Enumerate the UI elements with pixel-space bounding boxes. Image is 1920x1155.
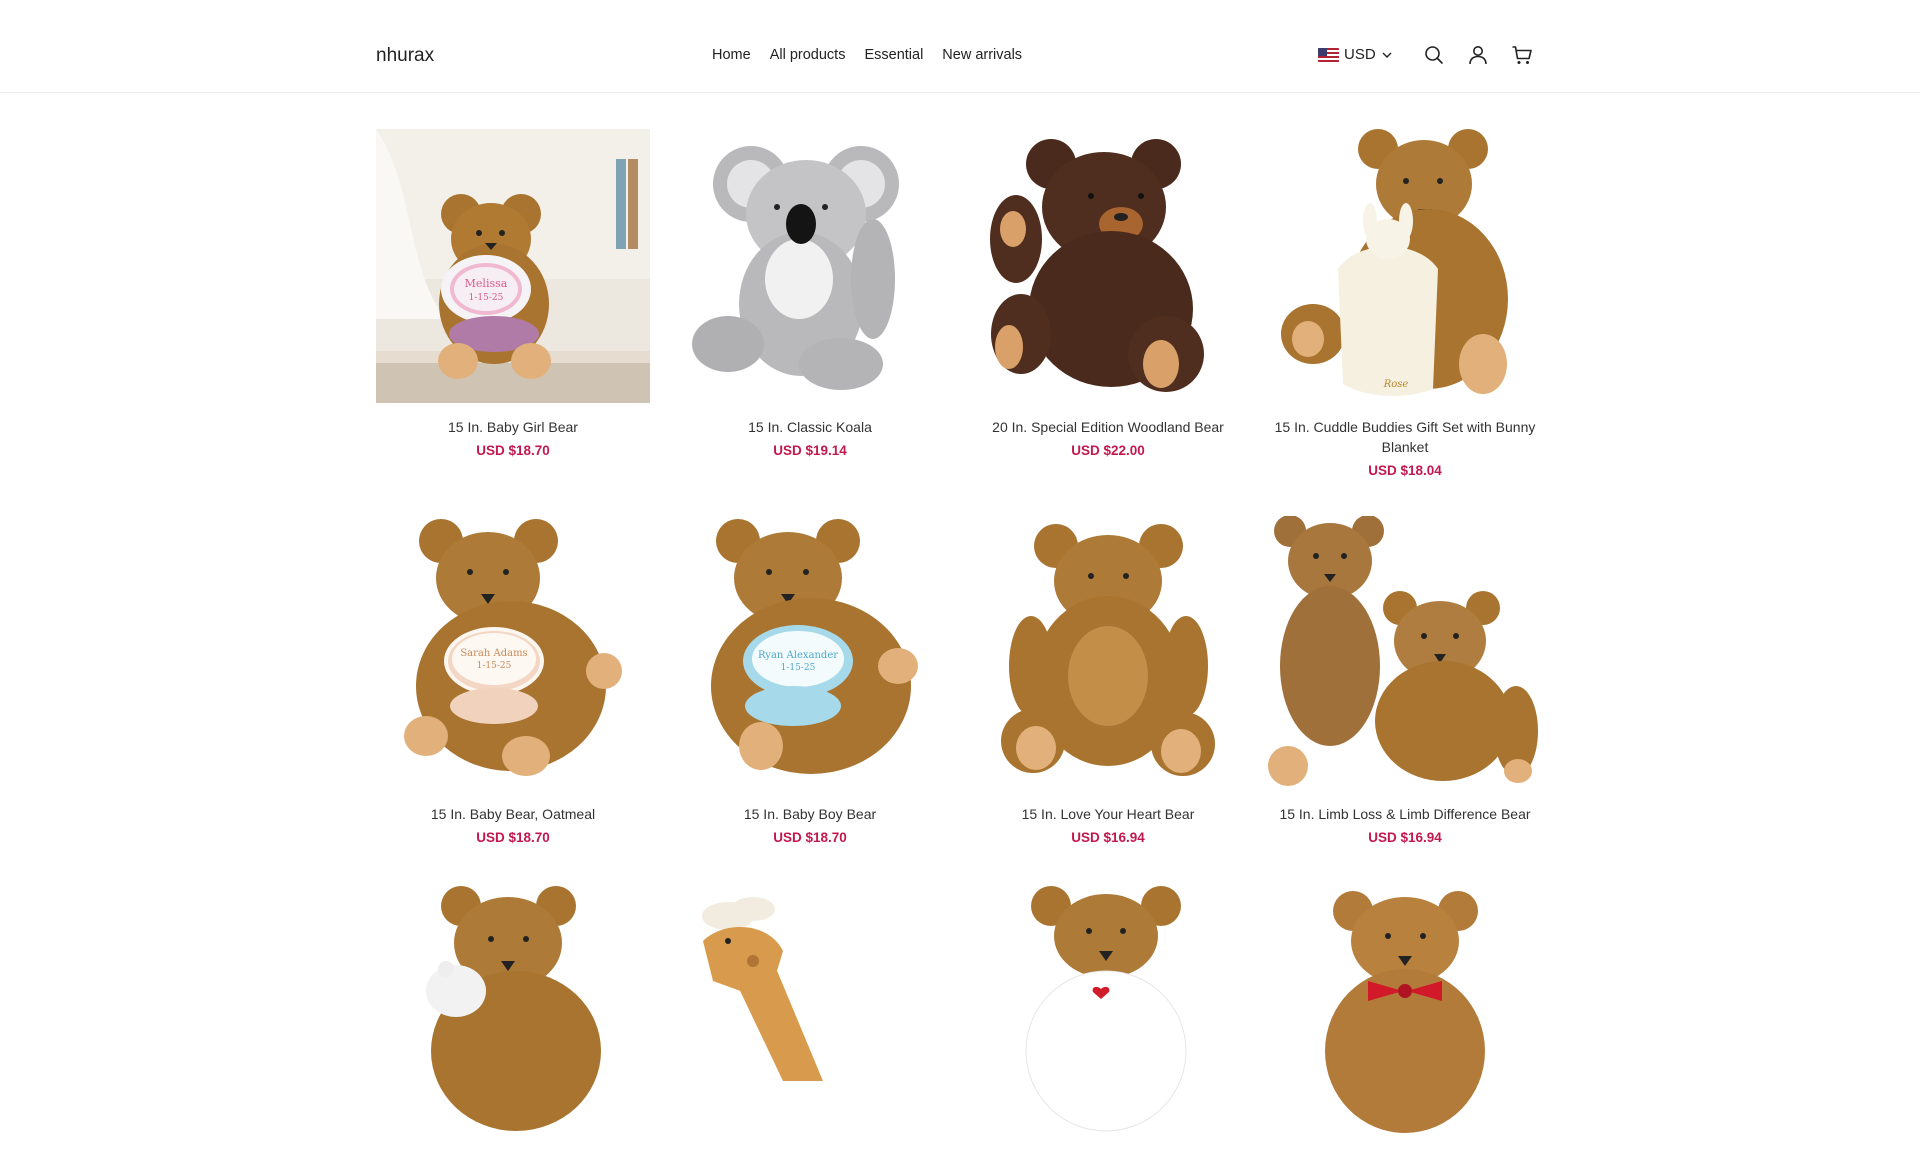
product-price: USD $16.94 [1368, 830, 1442, 845]
svg-text:Ryan Alexander: Ryan Alexander [758, 650, 838, 661]
product-price: USD $18.04 [1368, 463, 1442, 478]
product-name[interactable]: 20 In. Special Edition Woodland Bear [971, 417, 1245, 437]
product-price: USD $18.70 [476, 830, 550, 845]
product-name[interactable]: 15 In. Baby Boy Bear [673, 804, 947, 824]
product-card[interactable] [1268, 881, 1542, 1155]
product-image[interactable] [971, 881, 1245, 1155]
product-image[interactable]: Melissa 1-15-25 [376, 129, 650, 403]
product-card[interactable]: Rose 15 In. Cuddle Buddies Gift Set with… [1268, 129, 1542, 479]
site-header: nhurax Home All products Essential New a… [0, 0, 1920, 93]
product-card[interactable]: Sarah Adams 1-15-25 15 In. Baby Bear, Oa… [376, 516, 650, 846]
currency-label: USD [1344, 46, 1376, 63]
nav-home[interactable]: Home [712, 46, 751, 64]
product-name[interactable]: 15 In. Love Your Heart Bear [971, 804, 1245, 824]
svg-text:1-15-25: 1-15-25 [781, 663, 816, 673]
svg-text:Sarah Adams: Sarah Adams [460, 648, 527, 659]
svg-text:1-15-25: 1-15-25 [469, 293, 504, 303]
product-price: USD $18.70 [773, 830, 847, 845]
product-image[interactable] [673, 129, 947, 403]
product-image[interactable] [971, 516, 1245, 790]
search-icon[interactable] [1422, 43, 1446, 67]
product-price: USD $16.94 [1071, 830, 1145, 845]
product-card[interactable]: 15 In. Love Your Heart Bear USD $16.94 [971, 516, 1245, 846]
product-card[interactable]: 15 In. Limb Loss & Limb Difference Bear … [1268, 516, 1542, 846]
product-price: USD $18.70 [476, 443, 550, 458]
product-image[interactable] [971, 129, 1245, 403]
product-image[interactable] [376, 881, 650, 1155]
nav-all-products[interactable]: All products [770, 46, 846, 64]
store-logo[interactable]: nhurax [376, 44, 434, 68]
nav-essential[interactable]: Essential [864, 46, 923, 64]
account-icon[interactable] [1466, 43, 1490, 67]
cart-icon[interactable] [1510, 43, 1534, 67]
product-name[interactable]: 15 In. Cuddle Buddies Gift Set with Bunn… [1268, 417, 1542, 457]
svg-text:1-15-25: 1-15-25 [477, 661, 512, 671]
product-price: USD $22.00 [1071, 443, 1145, 458]
us-flag-icon [1318, 47, 1339, 62]
product-name[interactable]: 15 In. Limb Loss & Limb Difference Bear [1268, 804, 1542, 824]
product-card[interactable] [376, 881, 650, 1155]
nav-new-arrivals[interactable]: New arrivals [942, 46, 1022, 64]
product-image[interactable] [673, 881, 947, 1155]
product-card[interactable] [673, 881, 947, 1155]
svg-text:Melissa: Melissa [465, 277, 508, 290]
product-name[interactable]: 15 In. Baby Girl Bear [376, 417, 650, 437]
product-image[interactable]: Sarah Adams 1-15-25 [376, 516, 650, 790]
product-image[interactable]: Rose [1268, 129, 1542, 403]
product-card[interactable]: Melissa 1-15-25 15 In. Baby Girl Bear US… [376, 129, 650, 459]
product-card[interactable]: Ryan Alexander 1-15-25 15 In. Baby Boy B… [673, 516, 947, 846]
product-card[interactable]: 20 In. Special Edition Woodland Bear USD… [971, 129, 1245, 459]
product-price: USD $19.14 [773, 443, 847, 458]
product-name[interactable]: 15 In. Baby Bear, Oatmeal [376, 804, 650, 824]
product-card[interactable] [971, 881, 1245, 1155]
svg-text:Rose: Rose [1383, 379, 1409, 390]
chevron-down-icon [1382, 52, 1392, 58]
product-image[interactable] [1268, 516, 1542, 790]
product-card[interactable]: 15 In. Classic Koala USD $19.14 [673, 129, 947, 459]
product-image[interactable]: Ryan Alexander 1-15-25 [673, 516, 947, 790]
product-image[interactable] [1268, 881, 1542, 1155]
product-name[interactable]: 15 In. Classic Koala [673, 417, 947, 437]
currency-selector[interactable]: USD [1318, 46, 1393, 63]
main-nav: Home All products Essential New arrivals [712, 46, 1041, 64]
